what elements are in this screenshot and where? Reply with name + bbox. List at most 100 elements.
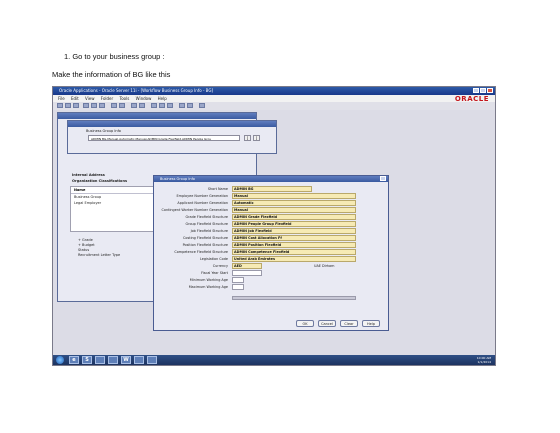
competence-flexfield-field[interactable]: ADMIN Competence Flexfield bbox=[232, 249, 356, 255]
copy-icon[interactable] bbox=[159, 103, 165, 108]
forward-icon[interactable] bbox=[119, 103, 125, 108]
field-label: Job Flexfield Structure bbox=[190, 229, 228, 233]
menu-edit[interactable]: Edit bbox=[71, 96, 79, 101]
new-record-icon[interactable] bbox=[131, 103, 137, 108]
max-working-age-field[interactable] bbox=[232, 284, 244, 290]
ok-button[interactable]: OK bbox=[296, 320, 314, 327]
app-icon[interactable] bbox=[147, 356, 157, 364]
find-icon[interactable] bbox=[91, 103, 97, 108]
paste-icon[interactable] bbox=[167, 103, 173, 108]
form-row-job-flexfield: Job Flexfield Structure ADMIN Job Flexfi… bbox=[154, 228, 388, 234]
minimize-button[interactable] bbox=[473, 88, 479, 93]
word-icon[interactable]: W bbox=[121, 356, 131, 364]
group-flexfield-field[interactable]: ADMIN People Group Flexfield bbox=[232, 221, 356, 227]
back-icon[interactable] bbox=[111, 103, 117, 108]
short-name-field[interactable]: ADMIN BG bbox=[232, 186, 312, 192]
dialog-close-icon[interactable] bbox=[380, 176, 386, 181]
clear-icon[interactable] bbox=[179, 103, 185, 108]
zoom-icon[interactable] bbox=[99, 103, 105, 108]
field-label: Costing Flexfield Structure bbox=[183, 236, 228, 240]
menu-file[interactable]: File bbox=[58, 96, 65, 101]
dialog-title: Business Group Info bbox=[154, 176, 388, 182]
field-label: Currency bbox=[212, 264, 228, 268]
menu-window[interactable]: Window bbox=[136, 96, 152, 101]
form-row-fiscal-year-start: Fiscal Year Start bbox=[154, 270, 388, 276]
bg-info-label: Business Group Info bbox=[86, 129, 121, 133]
browser-icon[interactable]: e bbox=[69, 356, 79, 364]
business-group-info-dialog: Business Group Info Short Name ADMIN BG … bbox=[153, 175, 389, 331]
fiscal-year-start-field[interactable] bbox=[232, 270, 262, 276]
cancel-button[interactable]: Cancel bbox=[318, 320, 336, 327]
delete-record-icon[interactable] bbox=[139, 103, 145, 108]
form-row-employee-number: Employee Number Generation Manual bbox=[154, 193, 388, 199]
organization-window-title bbox=[58, 113, 256, 119]
costing-flexfield-field[interactable]: ADMIN Cost Allocation Ff bbox=[232, 235, 356, 241]
bg-info-close-button[interactable]: ] bbox=[253, 135, 260, 141]
employee-number-field[interactable]: Manual bbox=[232, 193, 356, 199]
field-label: Maximum Working Age bbox=[188, 285, 228, 289]
contingent-worker-field[interactable]: Manual bbox=[232, 207, 356, 213]
menu-folder[interactable]: Folder bbox=[101, 96, 113, 101]
legislation-code-field[interactable]: United Arab Emirates bbox=[232, 256, 356, 262]
field-label: Group Flexfield Structure bbox=[185, 222, 229, 226]
form-row-costing-flexfield: Costing Flexfield Structure ADMIN Cost A… bbox=[154, 235, 388, 241]
close-button[interactable] bbox=[487, 88, 493, 93]
organization-tree: + Grade + Budget Status Recruitment Lett… bbox=[78, 238, 120, 258]
field-label: Employee Number Generation bbox=[176, 194, 228, 198]
help-icon[interactable] bbox=[199, 103, 205, 108]
explorer-icon[interactable] bbox=[95, 356, 105, 364]
form-row-min-working-age: Minimum Working Age bbox=[154, 277, 388, 283]
applicant-number-field[interactable]: Automatic bbox=[232, 200, 356, 206]
app-screenshot: Oracle Applications - Oracle Server 11i … bbox=[52, 86, 496, 366]
field-label: Legislation Code bbox=[199, 257, 228, 261]
open-icon[interactable] bbox=[57, 103, 63, 108]
save-icon[interactable] bbox=[65, 103, 71, 108]
menu-help[interactable]: Help bbox=[158, 96, 167, 101]
form-row-grade-flexfield: Grade Flexfield Structure ADMIN Grade Fl… bbox=[154, 214, 388, 220]
list-item[interactable]: Legal Employer bbox=[71, 200, 153, 206]
form-row-max-working-age: Maximum Working Age bbox=[154, 284, 388, 290]
app-icon[interactable] bbox=[134, 356, 144, 364]
windows-taskbar: e S W 10:00 AM 1/1/2014 bbox=[53, 355, 495, 365]
job-flexfield-field[interactable]: ADMIN Job Flexfield bbox=[232, 228, 356, 234]
start-button-icon[interactable] bbox=[56, 356, 64, 364]
min-working-age-field[interactable] bbox=[232, 277, 244, 283]
position-flexfield-field[interactable]: ADMIN Position Flexfield bbox=[232, 242, 356, 248]
menu-view[interactable]: View bbox=[85, 96, 95, 101]
skype-icon[interactable]: S bbox=[82, 356, 92, 364]
navigator-icon[interactable] bbox=[83, 103, 89, 108]
internal-address-label: Internal Address bbox=[72, 173, 105, 177]
bg-info-window-title bbox=[68, 121, 276, 127]
form-row-competence-flexfield: Competence Flexfield Structure ADMIN Com… bbox=[154, 249, 388, 255]
field-label: Grade Flexfield Structure bbox=[185, 215, 228, 219]
org-classifications-label: Organization Classifications bbox=[72, 179, 128, 183]
field-label: Competence Flexfield Structure bbox=[174, 250, 228, 254]
menu-tools[interactable]: Tools bbox=[119, 96, 129, 101]
form-row-applicant-number: Applicant Number Generation Automatic bbox=[154, 200, 388, 206]
grade-flexfield-field[interactable]: ADMIN Grade Flexfield bbox=[232, 214, 356, 220]
cut-icon[interactable] bbox=[151, 103, 157, 108]
field-label: Fiscal Year Start bbox=[201, 271, 228, 275]
document-step: 1. Go to your business group : bbox=[64, 52, 165, 61]
field-label: Applicant Number Generation bbox=[177, 201, 228, 205]
field-label: Contingent Worker Number Generation bbox=[161, 208, 228, 212]
form-row-position-flexfield: Position Flexfield Structure ADMIN Posit… bbox=[154, 242, 388, 248]
maximize-button[interactable] bbox=[480, 88, 486, 93]
clock-date: 1/1/2014 bbox=[477, 360, 491, 364]
form-row-short-name: Short Name ADMIN BG bbox=[154, 186, 388, 192]
help-button[interactable]: Help bbox=[362, 320, 380, 327]
attachments-icon[interactable] bbox=[187, 103, 193, 108]
tree-item-recruitment-letter[interactable]: Recruitment Letter Type bbox=[78, 253, 120, 258]
classification-header: Name bbox=[71, 187, 153, 194]
currency-field[interactable]: AED bbox=[232, 263, 262, 269]
clear-button[interactable]: Clear bbox=[340, 320, 358, 327]
system-clock: 10:00 AM 1/1/2014 bbox=[477, 356, 491, 364]
form-row-legislation-code: Legislation Code United Arab Emirates bbox=[154, 256, 388, 262]
bg-info-field[interactable]: ADMIN BG.Manual.Automatic.Manual.ADMIN G… bbox=[88, 135, 240, 141]
bg-info-open-button[interactable]: [ bbox=[244, 135, 251, 141]
window-title: Oracle Applications - Oracle Server 11i … bbox=[59, 88, 214, 93]
form-row-group-flexfield: Group Flexfield Structure ADMIN People G… bbox=[154, 221, 388, 227]
media-icon[interactable] bbox=[108, 356, 118, 364]
print-icon[interactable] bbox=[73, 103, 79, 108]
horizontal-scrollbar[interactable] bbox=[232, 296, 356, 300]
